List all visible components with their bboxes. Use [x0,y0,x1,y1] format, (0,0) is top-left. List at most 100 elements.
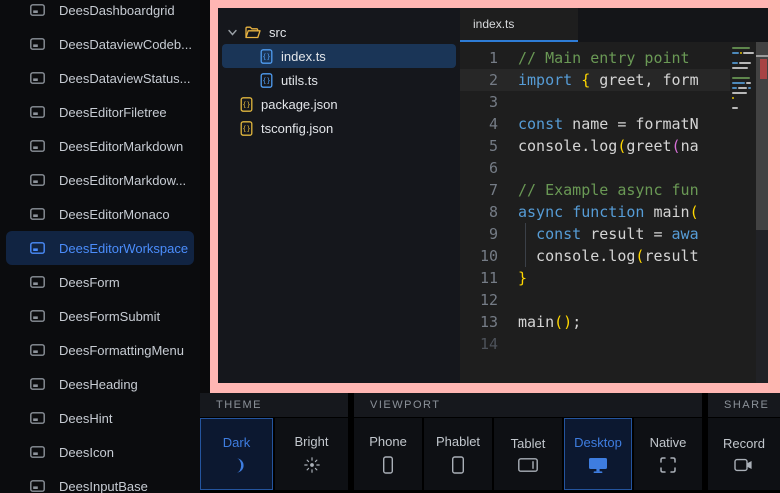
desktop-icon [588,457,608,474]
line-number: 6 [460,157,518,179]
window-icon [30,140,45,152]
code-line-8: 8async function main( [460,201,730,223]
sun-icon [303,456,321,474]
line-number: 2 [460,69,518,91]
preview-frame: src{}index.ts{}utils.ts{}package.json{}t… [210,0,780,393]
sidebar-item-deeseditormarkdown[interactable]: DeesEditorMarkdown [6,129,194,163]
svg-text:{}: {} [242,124,250,132]
sidebar-item-deesformsubmit[interactable]: DeesFormSubmit [6,299,194,333]
sidebar-item-deesicon[interactable]: DeesIcon [6,435,194,469]
file-row-tsconfig-json[interactable]: {} tsconfig.json [222,116,456,140]
editor-workspace-demo: src{}index.ts{}utils.ts{}package.json{}t… [218,8,768,383]
file-row-src[interactable]: src [222,20,456,44]
bright-button[interactable]: Bright [275,418,348,490]
sidebar-item-deesheading[interactable]: DeesHeading [6,367,194,401]
sidebar-item-label: DeesEditorMarkdown [59,139,183,154]
sidebar-item-label: DeesDashboardgrid [59,3,175,18]
window-icon [30,276,45,288]
tab-index-ts[interactable]: index.ts [460,8,578,42]
phone-button[interactable]: Phone [354,418,422,490]
sidebar-item-label: DeesInputBase [59,479,148,493]
code-area[interactable]: 1// Main entry point2import { greet, for… [460,42,768,383]
file-row-index-ts[interactable]: {}index.ts [222,44,456,68]
svg-text:{}: {} [242,100,250,108]
button-label: Tablet [511,436,546,451]
dark-button[interactable]: Dark [200,418,273,490]
section-header-theme: THEME [200,393,348,417]
line-number: 13 [460,311,518,333]
sidebar-item-label: DeesEditorWorkspace [59,241,188,256]
moon-icon [228,457,245,474]
window-icon [30,38,45,50]
sidebar-item-deeseditorworkspace[interactable]: DeesEditorWorkspace [6,231,194,265]
window-icon [30,446,45,458]
button-label: Desktop [574,435,622,450]
button-group-theme: Dark Bright [200,418,348,490]
sidebar-item-deesinputbase[interactable]: DeesInputBase [6,469,194,493]
sidebar-item-label: DeesFormSubmit [59,309,160,324]
button-label: Bright [295,434,329,449]
sidebar-item-deeseditorfiletree[interactable]: DeesEditorFiletree [6,95,194,129]
window-icon [30,174,45,186]
tablet-button[interactable]: Tablet [494,418,562,490]
file-label: package.json [261,97,338,112]
line-content: // Example async fun [518,179,699,201]
sidebar-item-deesformattingmenu[interactable]: DeesFormattingMenu [6,333,194,367]
line-content: // Main entry point [518,47,690,69]
sidebar-item-label: DeesFormattingMenu [59,343,184,358]
code-line-11: 11} [460,267,730,289]
file-ts-icon: {} [260,73,273,88]
window-icon [30,480,45,492]
button-group-viewport: Phone Phablet Tablet Desktop Native [354,418,702,490]
code-line-4: 4const name = formatN [460,113,730,135]
sidebar-item-deesdataviewstatus[interactable]: DeesDataviewStatus... [6,61,194,95]
window-icon [30,412,45,424]
code-line-14: 14 [460,333,730,355]
code-line-12: 12 [460,289,730,311]
sidebar-item-deeseditormarkdow[interactable]: DeesEditorMarkdow... [6,163,194,197]
code-line-10: 10 console.log(result [460,245,730,267]
editor-scrollbar[interactable] [756,42,768,383]
file-row-package-json[interactable]: {} package.json [222,92,456,116]
line-content: main(); [518,311,581,333]
sidebar-item-deesform[interactable]: DeesForm [6,265,194,299]
line-number: 10 [460,245,518,267]
file-label: tsconfig.json [261,121,333,136]
line-content: console.log(greet(na [518,135,699,157]
minimap[interactable] [730,42,756,383]
window-icon [30,344,45,356]
line-number: 11 [460,267,518,289]
minimap-row [730,111,756,116]
sidebar-item-deeseditormonaco[interactable]: DeesEditorMonaco [6,197,194,231]
file-label: src [269,25,286,40]
window-icon [30,242,45,254]
file-ts-icon: {} [260,49,273,64]
window-icon [30,106,45,118]
sidebar-item-deeshint[interactable]: DeesHint [6,401,194,435]
sidebar-item-label: DeesForm [59,275,120,290]
code-line-1: 1// Main entry point [460,47,730,69]
sidebar-item-deesdataviewcodeb[interactable]: DeesDataviewCodeb... [6,27,194,61]
sidebar-item-label: DeesDataviewCodeb... [59,37,192,52]
native-button[interactable]: Native [634,418,702,490]
folder-open-icon [245,26,261,39]
sidebar-item-label: DeesHeading [59,377,138,392]
sidebar-item-label: DeesIcon [59,445,114,460]
phablet-button[interactable]: Phablet [424,418,492,490]
desktop-button[interactable]: Desktop [564,418,632,490]
record-icon [734,458,754,472]
line-content: } [518,267,527,289]
sidebar-item-deesdashboardgrid[interactable]: DeesDashboardgrid [6,0,194,27]
tablet-icon [518,458,538,472]
chevron-down-icon[interactable] [228,29,237,36]
button-label: Phone [369,434,407,449]
file-row-utils-ts[interactable]: {} utils.ts [222,68,456,92]
line-number: 14 [460,333,518,355]
button-label: Record [723,436,765,451]
file-json-icon: {} [240,121,253,136]
sidebar-item-label: DeesDataviewStatus... [59,71,191,86]
file-label: utils.ts [281,73,318,88]
line-number: 3 [460,91,518,113]
record-button[interactable]: Record [708,418,780,490]
window-icon [30,310,45,322]
